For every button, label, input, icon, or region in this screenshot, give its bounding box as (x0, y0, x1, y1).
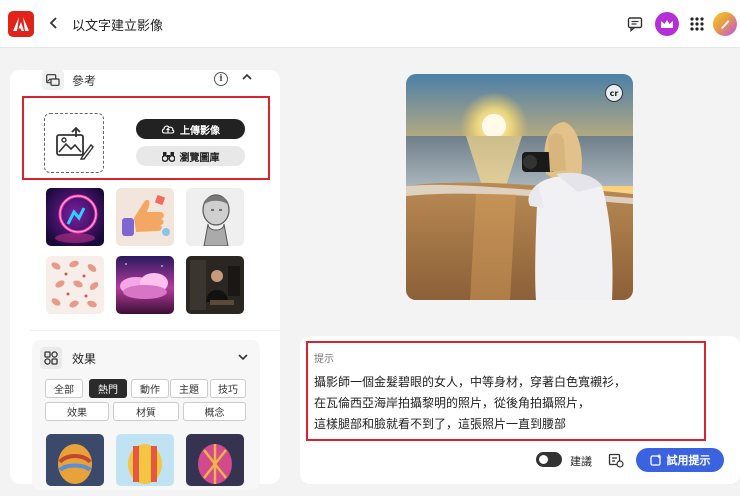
prompt-line-1: 攝影師一個金髮碧眼的女人，中等身材，穿著白色寬襯衫， (314, 375, 627, 389)
try-prompt-button[interactable]: 試用提示 (636, 448, 724, 472)
prompt-line-3: 這樣腿部和臉就看不到了，這張照片一直到腰部 (314, 417, 567, 431)
try-prompt-label: 試用提示 (666, 454, 711, 467)
effect-thumb-balloon-2[interactable] (116, 434, 174, 486)
browse-button-label: 瀏覽圖庫 (179, 152, 220, 164)
reference-thumb-pink-clouds[interactable] (116, 256, 174, 314)
upload-drop-area[interactable] (44, 113, 104, 173)
tag-concept[interactable]: 概念 (183, 402, 246, 421)
tag-popular[interactable]: 熱門 (89, 379, 127, 398)
effect-thumb-balloon-3[interactable] (186, 434, 244, 486)
back-icon[interactable] (46, 14, 62, 32)
prompt-line-2: 在瓦倫西亞海岸拍攝黎明的照片，從後角拍攝照片， (314, 396, 591, 410)
content-credentials-badge[interactable]: cr (605, 84, 623, 102)
reference-label: 參考 (72, 74, 97, 88)
tag-effect[interactable]: 效果 (45, 402, 109, 421)
prompt-settings-icon[interactable] (607, 451, 625, 469)
suggestions-label: 建議 (570, 455, 592, 468)
effect-thumb-balloon-1[interactable] (46, 434, 104, 486)
reference-thumb-man-sitting[interactable] (186, 256, 244, 314)
binoculars-icon (161, 151, 175, 162)
reference-thumb-statue-sketch[interactable] (186, 188, 244, 246)
cloud-upload-icon (161, 125, 175, 134)
reference-thumb-hands-pattern[interactable] (46, 256, 104, 314)
adobe-logo-icon[interactable] (8, 11, 34, 37)
reference-image-icon (42, 70, 64, 90)
browse-gallery-button[interactable]: 瀏覽圖庫 (136, 146, 245, 166)
reference-thumb-neon-diver[interactable] (46, 188, 104, 246)
apps-grid-icon[interactable] (685, 12, 709, 36)
effects-icon (40, 347, 62, 369)
try-prompt-icon (649, 454, 661, 466)
feedback-icon[interactable] (623, 12, 647, 36)
upload-button-label: 上傳影像 (180, 125, 220, 137)
effects-label: 效果 (72, 352, 97, 366)
tag-material[interactable]: 材質 (113, 402, 179, 421)
tag-all[interactable]: 全部 (45, 379, 83, 398)
chevron-down-icon[interactable] (238, 352, 248, 365)
prompt-textarea[interactable]: 攝影師一個金髮碧眼的女人，中等身材，穿著白色寬襯衫， 在瓦倫西亞海岸拍攝黎明的照… (314, 372, 694, 435)
chevron-up-icon[interactable] (242, 72, 252, 85)
info-icon[interactable]: i (214, 72, 228, 86)
upload-image-button[interactable]: 上傳影像 (136, 119, 245, 139)
tag-technique[interactable]: 技巧 (210, 379, 246, 398)
reference-header[interactable]: 參考 i (10, 70, 280, 92)
page-title: 以文字建立影像 (72, 19, 164, 34)
toggle-knob (539, 455, 548, 464)
prompt-label: 提示 (314, 354, 334, 365)
generated-image-preview[interactable] (406, 74, 633, 300)
app-header: 以文字建立影像 (0, 0, 740, 48)
user-avatar[interactable] (713, 12, 737, 36)
tag-theme[interactable]: 主題 (170, 379, 208, 398)
premium-crown-icon[interactable] (655, 12, 679, 36)
section-divider (30, 330, 280, 331)
reference-thumb-thumbs-up[interactable] (116, 188, 174, 246)
tag-action[interactable]: 動作 (131, 379, 169, 398)
